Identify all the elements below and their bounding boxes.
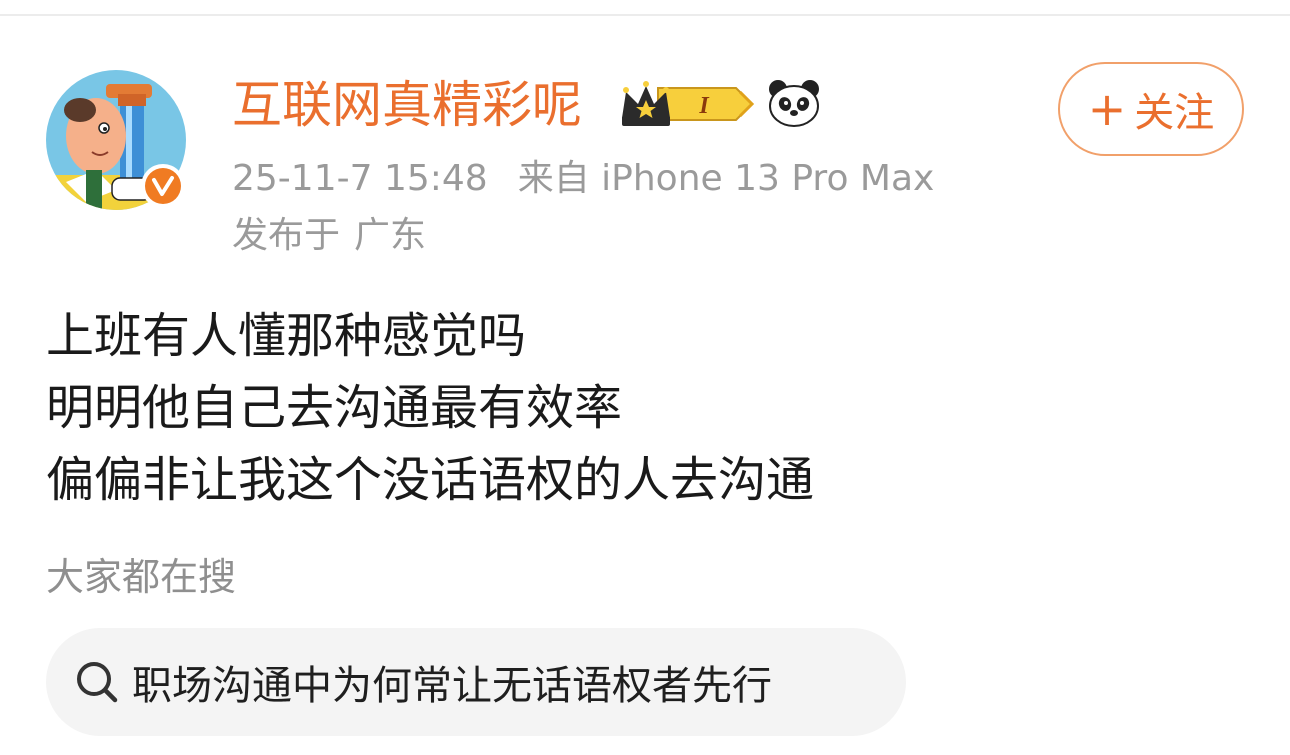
search-icon: [77, 662, 118, 703]
trending-heading: 大家都在搜: [46, 555, 237, 599]
location-prefix: 发布于: [232, 215, 341, 256]
panda-icon: [766, 78, 822, 128]
weibo-post-page: 互联网真精彩呢 I + 关注 25-11-7 15:48 来自 iPhone 1…: [0, 0, 1290, 755]
follow-button[interactable]: + 关注: [1058, 62, 1244, 156]
post-timestamp: 25-11-7 15:48: [232, 158, 488, 199]
follow-button-label: 关注: [1134, 90, 1215, 136]
post-location: 发布于 广东: [232, 212, 426, 260]
location-value: 广东: [354, 215, 427, 256]
vip-level-label: I: [698, 93, 710, 119]
post-content-line: 偏偏非让我这个没话语权的人去沟通: [46, 452, 815, 508]
plus-icon: +: [1087, 82, 1127, 136]
post-meta: 25-11-7 15:48 来自 iPhone 13 Pro Max: [232, 155, 934, 203]
crown-vip-badge-icon[interactable]: I: [618, 78, 756, 130]
trending-query: 职场沟通中为何常让无话语权者先行: [132, 663, 772, 709]
author-name[interactable]: 互联网真精彩呢: [232, 74, 582, 136]
verified-badge-icon: [140, 163, 186, 209]
trending-search-pill[interactable]: 职场沟通中为何常让无话语权者先行: [46, 628, 906, 736]
post-content: 上班有人懂那种感觉吗 明明他自己去沟通最有效率 偏偏非让我这个没话语权的人去沟通: [46, 300, 1246, 516]
post-content-line: 明明他自己去沟通最有效率: [46, 380, 623, 436]
post-source[interactable]: 来自 iPhone 13 Pro Max: [518, 158, 935, 199]
post-content-line: 上班有人懂那种感觉吗: [46, 308, 527, 364]
top-divider: [0, 14, 1290, 16]
